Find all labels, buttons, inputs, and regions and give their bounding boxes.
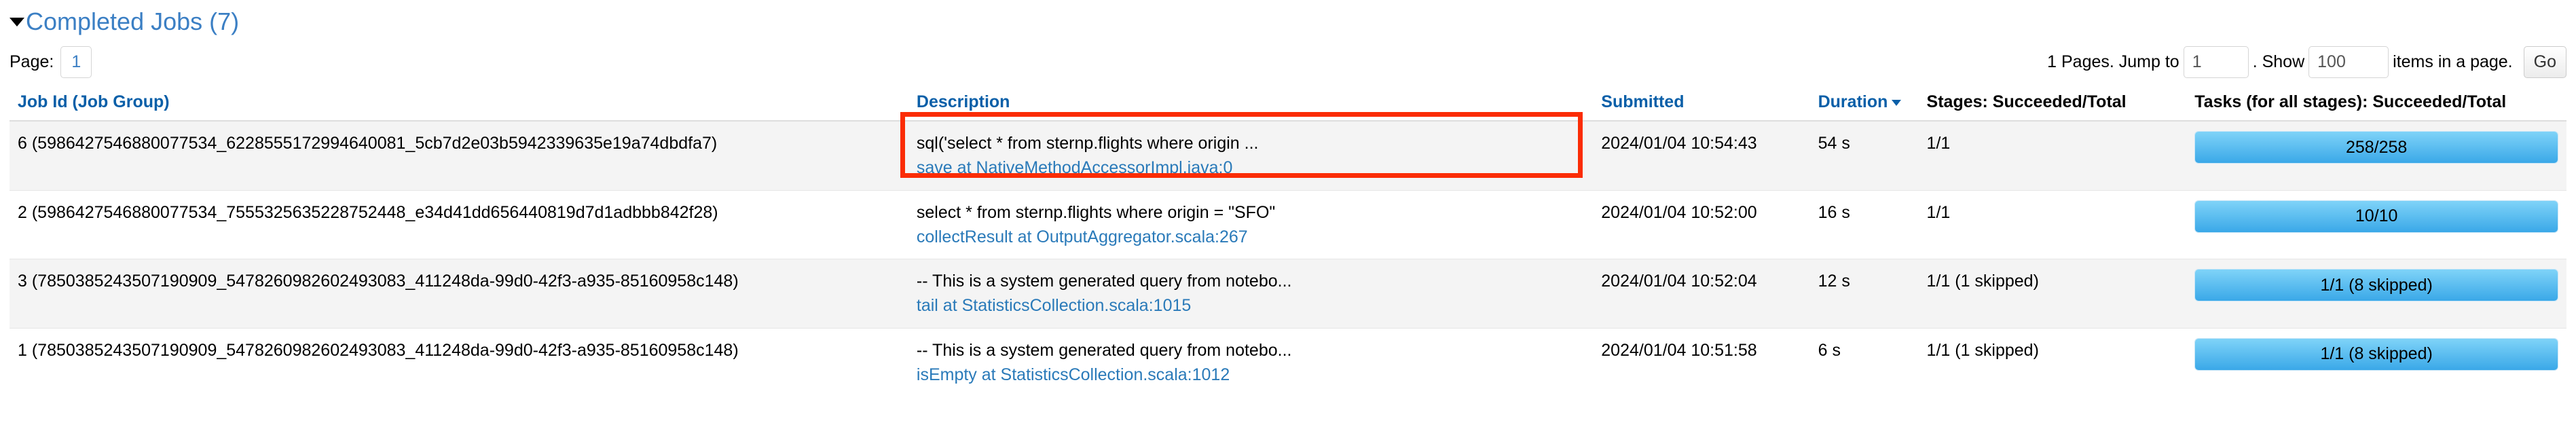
tasks-progress-bar: 258/258 <box>2194 131 2558 164</box>
tasks-progress-label: 1/1 (8 skipped) <box>2320 275 2433 295</box>
cell-tasks: 10/10 <box>2186 189 2566 259</box>
column-header-submitted-label[interactable]: Submitted <box>1601 92 1684 111</box>
column-header-description[interactable]: Description <box>908 87 1594 122</box>
page-number-button[interactable]: 1 <box>60 45 92 78</box>
cell-duration: 6 s <box>1809 327 1919 396</box>
table-header-row: Job Id (Job Group) Description Submitted… <box>10 87 2566 122</box>
column-header-job-id-label[interactable]: Job Id (Job Group) <box>18 92 170 111</box>
cell-job-id: 2 (5986427546880077534_75553256352287524… <box>10 189 908 259</box>
go-button[interactable]: Go <box>2523 45 2566 78</box>
cell-tasks: 1/1 (8 skipped) <box>2186 327 2566 396</box>
tasks-progress-label: 258/258 <box>2345 137 2408 157</box>
table-row: 6 (5986427546880077534_62285551729946400… <box>10 112 2566 190</box>
triangle-down-icon[interactable] <box>10 17 24 26</box>
description-text: -- This is a system generated query from… <box>916 272 1292 291</box>
pagination-bar: Page: 1 1 Pages. Jump to . Show items in… <box>10 45 2566 79</box>
jump-to-page-input[interactable] <box>2183 45 2249 78</box>
cell-description: -- This is a system generated query from… <box>908 259 1594 328</box>
column-header-stages: Stages: Succeeded/Total <box>1918 87 2187 122</box>
tasks-progress-bar: 1/1 (8 skipped) <box>2194 269 2558 301</box>
table-header: Job Id (Job Group) Description Submitted… <box>10 87 2566 122</box>
cell-submitted: 2024/01/04 10:54:43 <box>1593 120 1810 190</box>
cell-duration: 12 s <box>1809 259 1919 328</box>
items-per-page-input[interactable] <box>2308 45 2389 78</box>
cell-tasks: 1/1 (8 skipped) <box>2186 259 2566 328</box>
description-text: -- This is a system generated query from… <box>916 340 1292 360</box>
cell-duration: 16 s <box>1809 189 1919 259</box>
column-header-duration-label[interactable]: Duration <box>1818 92 1888 111</box>
cell-description: -- This is a system generated query from… <box>908 327 1594 396</box>
completed-jobs-table: Job Id (Job Group) Description Submitted… <box>10 87 2566 396</box>
pagination-left-group: Page: 1 <box>10 45 92 78</box>
tasks-progress-label: 1/1 (8 skipped) <box>2320 344 2433 364</box>
cell-job-id: 6 (5986427546880077534_62285551729946400… <box>10 120 908 190</box>
column-header-description-label[interactable]: Description <box>917 92 1010 111</box>
completed-jobs-section-header[interactable]: Completed Jobs (7) <box>10 0 2566 34</box>
description-job-link[interactable]: isEmpty at StatisticsCollection.scala:10… <box>917 363 1585 387</box>
tasks-progress-label: 10/10 <box>2355 206 2398 226</box>
page-label: Page: <box>10 52 54 71</box>
column-header-job-id[interactable]: Job Id (Job Group) <box>10 87 908 122</box>
items-in-page-label: items in a page. <box>2393 52 2513 71</box>
cell-stages: 1/1 (1 skipped) <box>1918 259 2187 328</box>
table-row: 3 (7850385243507190909_54782609826024930… <box>10 259 2566 328</box>
column-header-duration[interactable]: Duration <box>1809 87 1919 122</box>
column-header-submitted[interactable]: Submitted <box>1593 87 1810 122</box>
cell-submitted: 2024/01/04 10:52:00 <box>1593 189 1810 259</box>
cell-submitted: 2024/01/04 10:52:04 <box>1593 259 1810 328</box>
pagination-right-group: 1 Pages. Jump to . Show items in a page.… <box>2043 45 2566 78</box>
table-body: 6 (5986427546880077534_62285551729946400… <box>10 112 2566 396</box>
description-text: select * from sternp.flights where origi… <box>916 202 1276 222</box>
cell-stages: 1/1 <box>1918 120 2187 190</box>
cell-tasks: 258/258 <box>2186 120 2566 190</box>
page-title[interactable]: Completed Jobs (7) <box>26 10 239 34</box>
cell-description: select * from sternp.flights where origi… <box>908 189 1594 259</box>
table-row: 1 (7850385243507190909_54782609826024930… <box>10 327 2566 396</box>
cell-submitted: 2024/01/04 10:51:58 <box>1593 327 1810 396</box>
cell-stages: 1/1 (1 skipped) <box>1918 327 2187 396</box>
cell-description: sql('select * from sternp.flights where … <box>900 112 1594 190</box>
total-pages-label: 1 Pages. Jump to <box>2047 52 2179 71</box>
sort-descending-icon[interactable] <box>1892 99 1902 106</box>
cell-duration: 54 s <box>1809 120 1919 190</box>
tasks-progress-bar: 1/1 (8 skipped) <box>2194 337 2558 371</box>
table-row: 2 (5986427546880077534_75553256352287524… <box>10 189 2566 259</box>
completed-jobs-page: Completed Jobs (7) Page: 1 1 Pages. Jump… <box>0 0 2576 396</box>
tasks-progress-bar: 10/10 <box>2194 200 2558 233</box>
column-header-tasks: Tasks (for all stages): Succeeded/Total <box>2186 87 2566 122</box>
description-job-link[interactable]: collectResult at OutputAggregator.scala:… <box>917 225 1585 249</box>
cell-job-id: 1 (7850385243507190909_54782609826024930… <box>10 327 908 396</box>
description-job-link[interactable]: tail at StatisticsCollection.scala:1015 <box>917 293 1585 318</box>
description-job-link[interactable]: save at NativeMethodAccessorImpl.java:0 <box>917 155 1585 180</box>
show-label: . Show <box>2252 52 2305 71</box>
description-text: sql('select * from sternp.flights where … <box>916 134 1259 153</box>
cell-job-id: 3 (7850385243507190909_54782609826024930… <box>10 259 908 328</box>
cell-stages: 1/1 <box>1918 189 2187 259</box>
